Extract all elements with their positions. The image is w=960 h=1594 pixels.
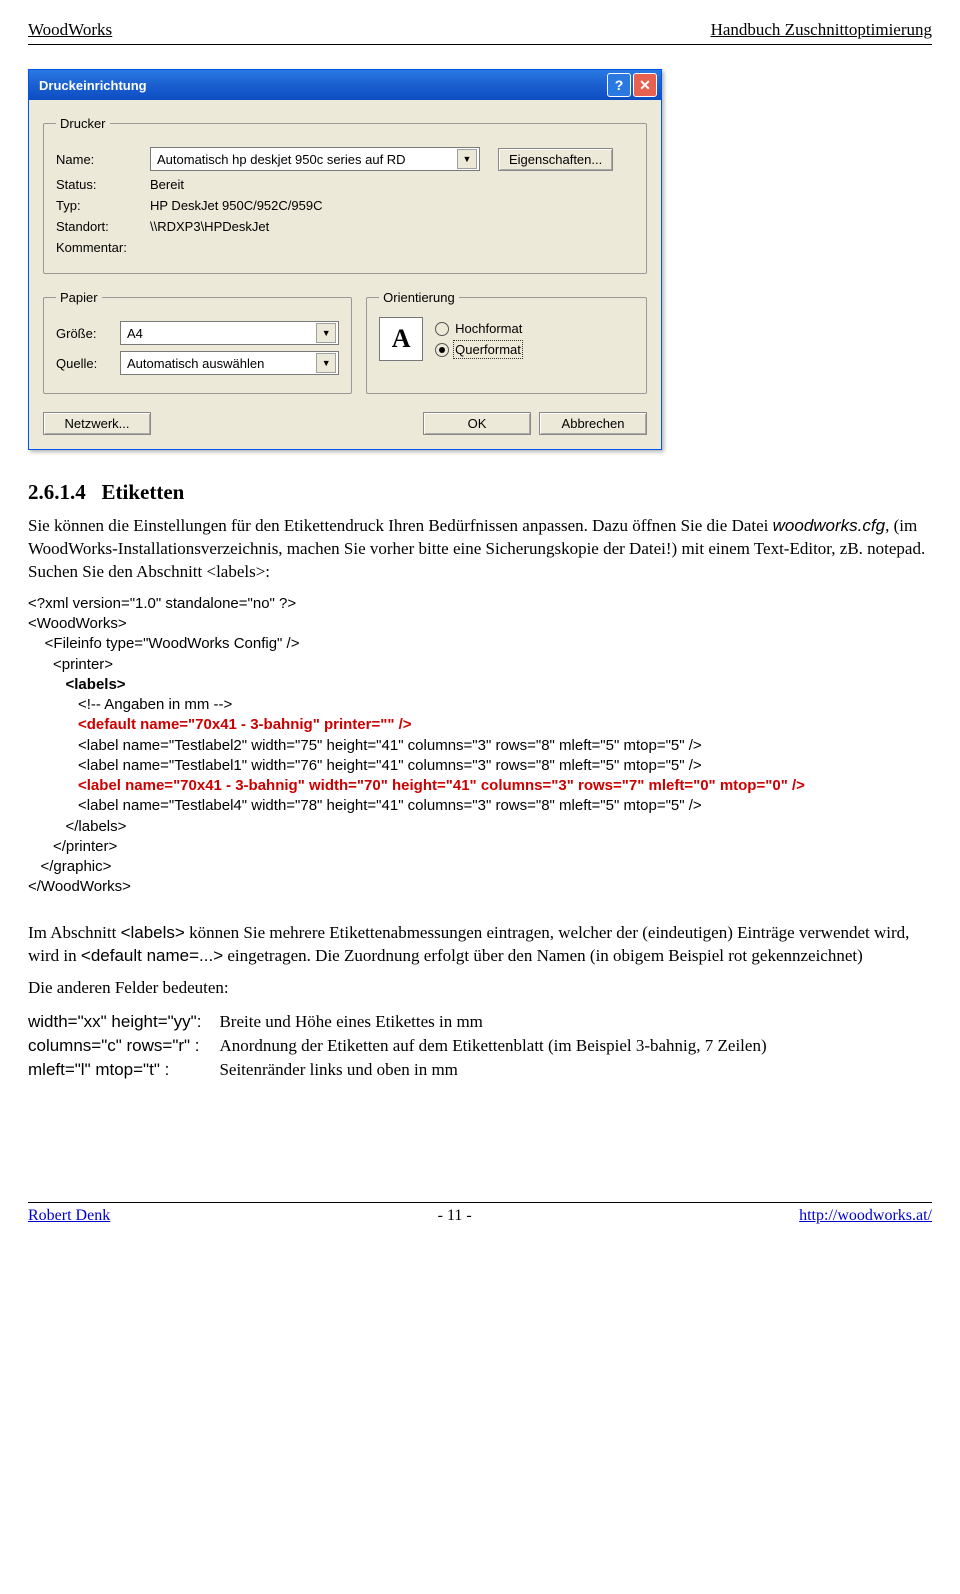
def-val-3: Seitenränder links und oben in mm xyxy=(219,1058,784,1082)
labels-tag: <labels> xyxy=(121,923,185,942)
para-1: Sie können die Einstellungen für den Eti… xyxy=(28,515,932,584)
def-key-3: mleft="l" mtop="t" : xyxy=(28,1058,219,1082)
portrait-radio[interactable]: Hochformat xyxy=(435,321,522,336)
running-footer: Robert Denk - 11 - http://woodworks.at/ xyxy=(28,1202,932,1225)
location-label: Standort: xyxy=(56,219,146,234)
chevron-down-icon[interactable]: ▼ xyxy=(316,353,336,373)
properties-button[interactable]: Eigenschaften... xyxy=(498,148,613,171)
status-label: Status: xyxy=(56,177,146,192)
paper-size-select[interactable]: A4 ▼ xyxy=(120,321,339,345)
header-right: Handbuch Zuschnittoptimierung xyxy=(711,20,932,40)
section-heading: 2.6.1.4 Etiketten xyxy=(28,480,932,505)
cfg-filename: woodworks.cfg xyxy=(773,516,885,535)
header-rule xyxy=(28,44,932,45)
close-button[interactable]: ✕ xyxy=(633,73,657,97)
cancel-button[interactable]: Abbrechen xyxy=(539,412,647,435)
network-button[interactable]: Netzwerk... xyxy=(43,412,151,435)
def-val-2: Anordnung der Etiketten auf dem Etikette… xyxy=(219,1034,784,1058)
ok-button[interactable]: OK xyxy=(423,412,531,435)
type-label: Typ: xyxy=(56,198,146,213)
footer-page: - 11 - xyxy=(438,1207,472,1225)
section-number: 2.6.1.4 xyxy=(28,480,86,504)
paper-group: Papier Größe: A4 ▼ Quelle: Automatisch a… xyxy=(43,290,352,394)
location-value: \\RDXP3\HPDeskJet xyxy=(150,219,269,234)
chevron-down-icon[interactable]: ▼ xyxy=(316,323,336,343)
help-button[interactable]: ? xyxy=(607,73,631,97)
field-definitions: width="xx" height="yy": Breite und Höhe … xyxy=(28,1010,785,1082)
footer-author[interactable]: Robert Denk xyxy=(28,1207,110,1225)
default-tag: <default name=...> xyxy=(81,946,223,965)
source-label: Quelle: xyxy=(56,356,116,371)
type-value: HP DeskJet 950C/952C/959C xyxy=(150,198,322,213)
paper-source-select[interactable]: Automatisch auswählen ▼ xyxy=(120,351,339,375)
printer-legend: Drucker xyxy=(56,116,110,131)
xml-listing: <?xml version="1.0" standalone="no" ?> <… xyxy=(28,594,932,898)
close-icon: ✕ xyxy=(639,77,651,94)
radio-icon-selected xyxy=(435,343,449,357)
landscape-radio[interactable]: Querformat xyxy=(435,342,522,357)
orientation-preview-icon: A xyxy=(379,317,423,361)
portrait-label: Hochformat xyxy=(455,321,522,336)
para-3: Die anderen Felder bedeuten: xyxy=(28,977,932,1000)
dialog-title: Druckeinrichtung xyxy=(39,78,147,93)
radio-icon xyxy=(435,322,449,336)
chevron-down-icon[interactable]: ▼ xyxy=(457,149,477,169)
footer-url[interactable]: http://woodworks.at/ xyxy=(799,1207,932,1225)
orientation-group: Orientierung A Hochformat Querformat xyxy=(366,290,647,394)
def-key-1: width="xx" height="yy": xyxy=(28,1010,219,1034)
def-key-2: columns="c" rows="r" : xyxy=(28,1034,219,1058)
printer-name-value: Automatisch hp deskjet 950c series auf R… xyxy=(157,152,406,167)
titlebar[interactable]: Druckeinrichtung ? ✕ xyxy=(29,70,661,100)
printer-name-select[interactable]: Automatisch hp deskjet 950c series auf R… xyxy=(150,147,480,171)
status-value: Bereit xyxy=(150,177,184,192)
paper-source-value: Automatisch auswählen xyxy=(127,356,264,371)
paper-size-value: A4 xyxy=(127,326,143,341)
header-left: WoodWorks xyxy=(28,20,112,40)
para-2: Im Abschnitt <labels> können Sie mehrere… xyxy=(28,922,932,968)
printer-group: Drucker Name: Automatisch hp deskjet 950… xyxy=(43,116,647,274)
name-label: Name: xyxy=(56,152,146,167)
running-header: WoodWorks Handbuch Zuschnittoptimierung xyxy=(28,20,932,40)
help-icon: ? xyxy=(615,77,624,93)
orientation-legend: Orientierung xyxy=(379,290,459,305)
landscape-label: Querformat xyxy=(455,342,521,357)
paper-legend: Papier xyxy=(56,290,102,305)
print-setup-dialog: Druckeinrichtung ? ✕ Drucker Name: Autom… xyxy=(28,69,662,450)
comment-label: Kommentar: xyxy=(56,240,146,255)
section-title: Etiketten xyxy=(102,480,185,504)
def-val-1: Breite und Höhe eines Etikettes in mm xyxy=(219,1010,784,1034)
size-label: Größe: xyxy=(56,326,116,341)
